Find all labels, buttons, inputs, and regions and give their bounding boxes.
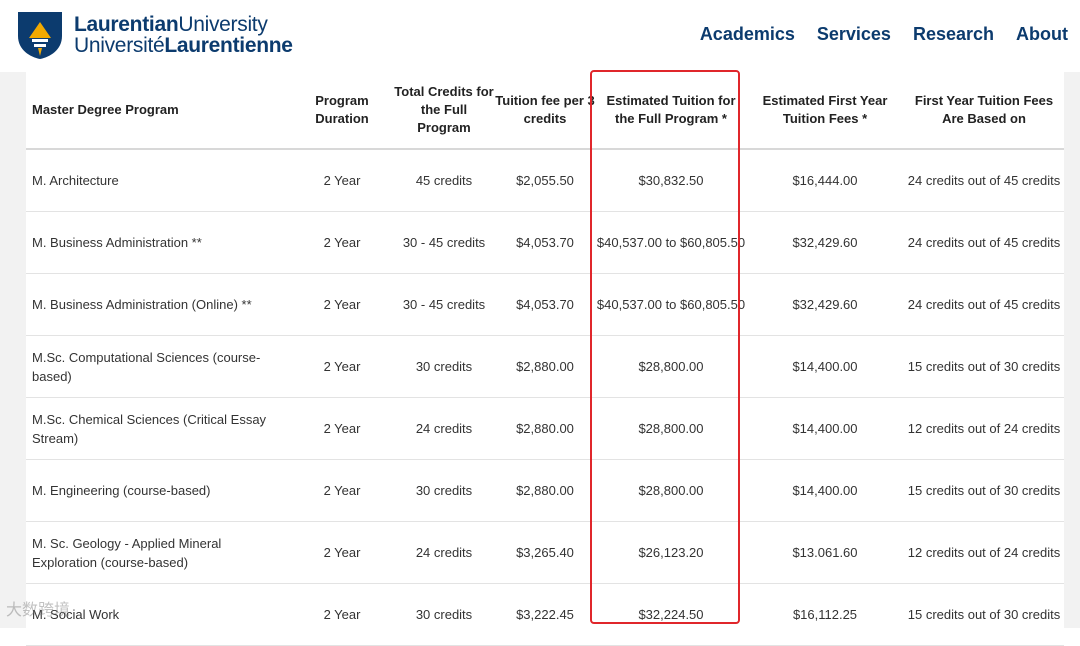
column-header: First Year Tuition Fees Are Based on xyxy=(904,72,1064,150)
tuition-table-container: Master Degree Program Program Duration T… xyxy=(26,72,1064,646)
fee-per-3-credits: $2,880.00 xyxy=(494,335,596,398)
shield-logo-icon xyxy=(18,12,62,59)
first-year-basis: 15 credits out of 30 credits xyxy=(904,335,1064,398)
tuition-table: Master Degree Program Program Duration T… xyxy=(26,72,1064,646)
program-duration: 2 Year xyxy=(290,459,394,522)
nav-academics[interactable]: Academics xyxy=(700,24,795,45)
table-row: M.Sc. Chemical Sciences (Critical Essay … xyxy=(26,397,1064,460)
program-duration: 2 Year xyxy=(290,335,394,398)
watermark: 大数跨境 xyxy=(6,596,70,620)
table-row: M.Sc. Computational Sciences (course-bas… xyxy=(26,335,1064,398)
program-duration: 2 Year xyxy=(290,149,394,212)
first-year-basis: 24 credits out of 45 credits xyxy=(904,273,1064,336)
first-year-basis: 24 credits out of 45 credits xyxy=(904,211,1064,274)
table-row: M. Social Work 2 Year 30 credits $3,222.… xyxy=(26,583,1064,646)
main-nav: Academics Services Research About xyxy=(700,24,1068,45)
estimated-first-year-fees: $16,444.00 xyxy=(746,149,904,212)
fee-per-3-credits: $2,880.00 xyxy=(494,397,596,460)
first-year-basis: 15 credits out of 30 credits xyxy=(904,459,1064,522)
total-credits: 30 credits xyxy=(394,335,494,398)
estimated-first-year-fees: $14,400.00 xyxy=(746,397,904,460)
logo-line-1: LaurentianUniversity xyxy=(74,13,268,36)
watermark-text: 大数跨境 xyxy=(6,602,71,619)
total-credits: 24 credits xyxy=(394,397,494,460)
table-row: M. Architecture 2 Year 45 credits $2,055… xyxy=(26,149,1064,212)
program-name: M. Business Administration ** xyxy=(26,211,290,274)
column-header: Total Credits for the Full Program xyxy=(394,72,494,150)
program-duration: 2 Year xyxy=(290,583,394,646)
fee-per-3-credits: $2,880.00 xyxy=(494,459,596,522)
table-row: M. Business Administration (Online) ** 2… xyxy=(26,273,1064,336)
program-name: M.Sc. Computational Sciences (course-bas… xyxy=(26,335,290,398)
first-year-basis: 24 credits out of 45 credits xyxy=(904,149,1064,212)
total-credits: 30 - 45 credits xyxy=(394,273,494,336)
university-logo[interactable]: LaurentianUniversity UniversitéLaurentie… xyxy=(16,10,293,60)
estimated-full-tuition: $28,800.00 xyxy=(596,335,746,398)
nav-services[interactable]: Services xyxy=(817,24,891,45)
program-duration: 2 Year xyxy=(290,273,394,336)
program-name: M.Sc. Chemical Sciences (Critical Essay … xyxy=(26,397,290,460)
program-name: M. Sc. Geology - Applied Mineral Explora… xyxy=(26,521,290,584)
fee-per-3-credits: $4,053.70 xyxy=(494,273,596,336)
total-credits: 30 credits xyxy=(394,459,494,522)
nav-research[interactable]: Research xyxy=(913,24,994,45)
logo-line-2: UniversitéLaurentienne xyxy=(74,34,293,57)
fee-per-3-credits: $4,053.70 xyxy=(494,211,596,274)
table-row: M. Business Administration ** 2 Year 30 … xyxy=(26,211,1064,274)
program-duration: 2 Year xyxy=(290,211,394,274)
estimated-first-year-fees: $16,112.25 xyxy=(746,583,904,646)
estimated-full-tuition: $32,224.50 xyxy=(596,583,746,646)
estimated-full-tuition: $28,800.00 xyxy=(596,397,746,460)
program-duration: 2 Year xyxy=(290,521,394,584)
estimated-full-tuition: $26,123.20 xyxy=(596,521,746,584)
total-credits: 24 credits xyxy=(394,521,494,584)
fee-per-3-credits: $2,055.50 xyxy=(494,149,596,212)
estimated-full-tuition: $30,832.50 xyxy=(596,149,746,212)
first-year-basis: 12 credits out of 24 credits xyxy=(904,521,1064,584)
program-name: M. Engineering (course-based) xyxy=(26,459,290,522)
fee-per-3-credits: $3,222.45 xyxy=(494,583,596,646)
estimated-full-tuition: $40,537.00 to $60,805.50 xyxy=(596,273,746,336)
first-year-basis: 12 credits out of 24 credits xyxy=(904,397,1064,460)
column-header: Program Duration xyxy=(290,72,394,150)
site-header: LaurentianUniversity UniversitéLaurentie… xyxy=(0,0,1080,72)
total-credits: 30 - 45 credits xyxy=(394,211,494,274)
estimated-first-year-fees: $14,400.00 xyxy=(746,335,904,398)
nav-about[interactable]: About xyxy=(1016,24,1068,45)
table-header-row: Master Degree Program Program Duration T… xyxy=(26,72,1064,150)
column-header: Master Degree Program xyxy=(26,72,290,150)
column-header: Tuition fee per 3 credits xyxy=(494,72,596,150)
estimated-first-year-fees: $32,429.60 xyxy=(746,273,904,336)
estimated-first-year-fees: $13.061.60 xyxy=(746,521,904,584)
table-row: M. Sc. Geology - Applied Mineral Explora… xyxy=(26,521,1064,584)
estimated-first-year-fees: $32,429.60 xyxy=(746,211,904,274)
total-credits: 30 credits xyxy=(394,583,494,646)
fee-per-3-credits: $3,265.40 xyxy=(494,521,596,584)
program-name: M. Business Administration (Online) ** xyxy=(26,273,290,336)
estimated-full-tuition: $28,800.00 xyxy=(596,459,746,522)
estimated-first-year-fees: $14,400.00 xyxy=(746,459,904,522)
column-header: Estimated Tuition for the Full Program * xyxy=(596,72,746,150)
first-year-basis: 15 credits out of 30 credits xyxy=(904,583,1064,646)
table-row: M. Engineering (course-based) 2 Year 30 … xyxy=(26,459,1064,522)
program-duration: 2 Year xyxy=(290,397,394,460)
estimated-full-tuition: $40,537.00 to $60,805.50 xyxy=(596,211,746,274)
column-header: Estimated First Year Tuition Fees * xyxy=(746,72,904,150)
program-name: M. Architecture xyxy=(26,149,290,212)
total-credits: 45 credits xyxy=(394,149,494,212)
